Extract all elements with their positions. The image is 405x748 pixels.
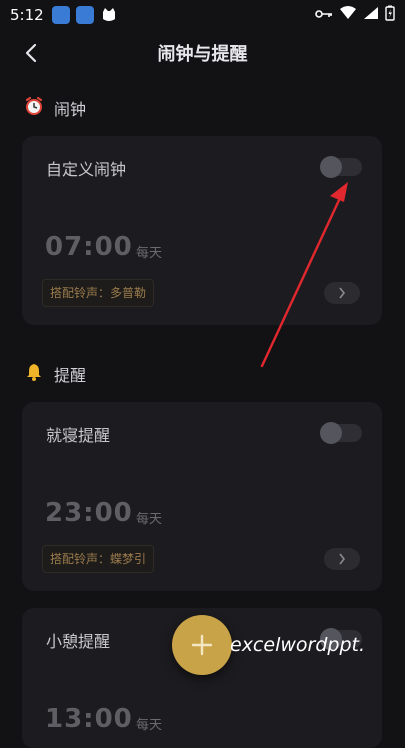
section-alarm: 闹钟 — [24, 96, 86, 120]
toggle-knob — [320, 422, 342, 444]
app-notification-icon — [51, 6, 70, 24]
wifi-icon — [339, 6, 357, 24]
bell-icon — [24, 362, 44, 386]
cat-app-icon — [100, 6, 118, 24]
page-header: 闹钟与提醒 — [0, 36, 405, 70]
repeat-label: 每天 — [136, 718, 163, 733]
status-bar: 5:12 — [0, 0, 405, 30]
page-title: 闹钟与提醒 — [157, 44, 248, 65]
repeat-label: 每天 — [136, 246, 163, 261]
card-name: 就寝提醒 — [46, 426, 111, 445]
card-name: 小憩提醒 — [46, 632, 111, 651]
card-detail-button[interactable] — [324, 548, 360, 570]
chevron-right-icon — [339, 553, 346, 565]
alarm-toggle[interactable] — [320, 156, 362, 178]
watermark-text: excelwordppt. — [230, 634, 365, 656]
alarm-card-custom[interactable]: 自定义闹钟 07:00 每天 搭配铃声：多普勒 — [22, 136, 382, 325]
section-alarm-label: 闹钟 — [54, 100, 87, 119]
status-time: 5:12 — [10, 6, 44, 24]
chevron-right-icon — [339, 287, 346, 299]
card-name: 自定义闹钟 — [46, 160, 127, 179]
status-right — [315, 5, 395, 25]
section-reminder-label: 提醒 — [54, 366, 87, 385]
reminder-time: 13:00 — [45, 704, 133, 734]
key-icon — [315, 6, 333, 24]
alarm-time: 07:00 — [45, 232, 133, 262]
app-notification-icon — [75, 6, 94, 24]
plus-icon — [191, 634, 213, 656]
toggle-knob — [320, 156, 342, 178]
chevron-left-icon — [25, 43, 37, 63]
ringtone-tag: 搭配铃声：蝶梦引 — [42, 545, 155, 573]
repeat-label: 每天 — [136, 512, 163, 527]
back-button[interactable] — [18, 40, 44, 66]
ringtone-tag: 搭配铃声：多普勒 — [42, 279, 155, 307]
reminder-card-bedtime[interactable]: 就寝提醒 23:00 每天 搭配铃声：蝶梦引 — [22, 402, 382, 591]
card-detail-button[interactable] — [324, 282, 360, 304]
reminder-time: 23:00 — [45, 498, 133, 528]
battery-icon — [385, 5, 395, 25]
add-button[interactable] — [172, 615, 232, 675]
section-reminder: 提醒 — [24, 362, 86, 386]
reminder-toggle[interactable] — [320, 422, 362, 444]
alarm-clock-icon — [24, 96, 44, 120]
signal-icon — [363, 6, 379, 24]
